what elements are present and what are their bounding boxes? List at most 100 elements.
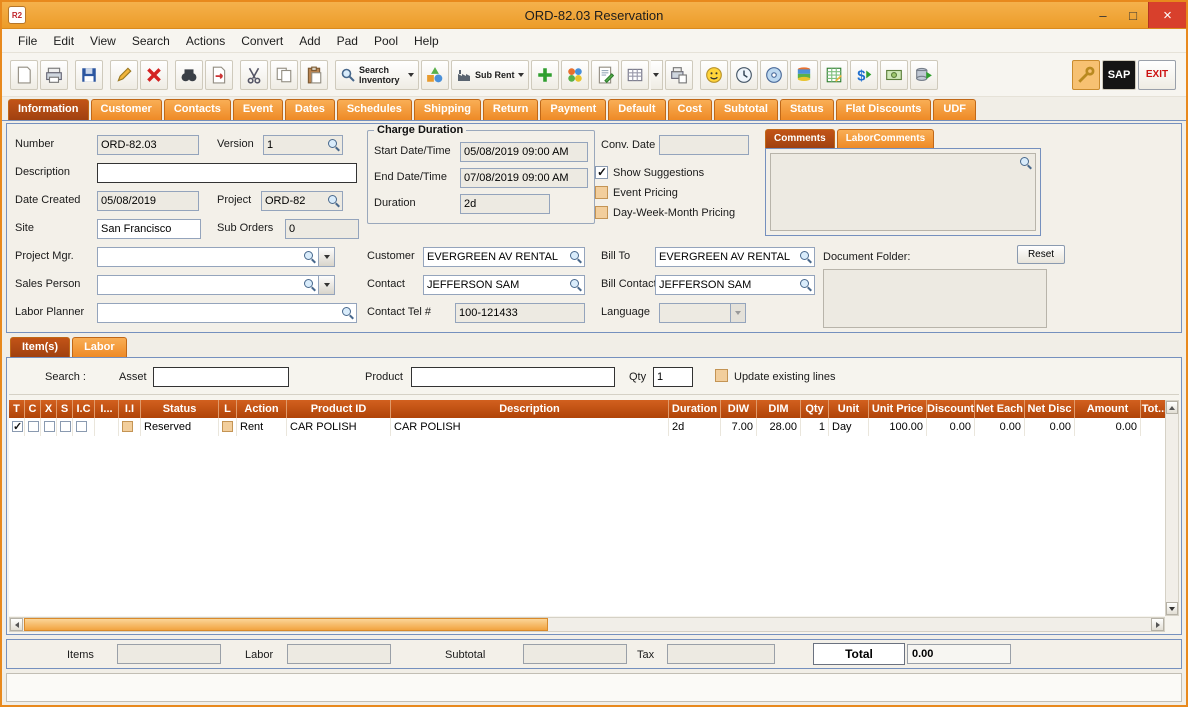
grid-dropdown-button[interactable]: [650, 59, 663, 90]
cell-s[interactable]: [57, 418, 73, 436]
sap-button[interactable]: SAP: [1102, 59, 1136, 90]
project-mgr-search-icon[interactable]: [303, 250, 316, 263]
col-header-ic[interactable]: I.C: [73, 400, 95, 418]
description-field[interactable]: [97, 163, 357, 183]
cell-t[interactable]: [9, 418, 25, 436]
comments-search-icon[interactable]: [1019, 156, 1032, 169]
cell-unit-price[interactable]: 100.00: [869, 418, 927, 436]
project-field[interactable]: ORD-82: [261, 191, 343, 211]
col-header-description[interactable]: Description: [391, 400, 669, 418]
exit-button[interactable]: EXIT: [1138, 59, 1176, 90]
col-header-t[interactable]: T: [9, 400, 25, 418]
scroll-left-button[interactable]: [10, 618, 23, 631]
tab-udf[interactable]: UDF: [933, 99, 976, 120]
scroll-up-button[interactable]: [1166, 401, 1178, 414]
cell-amount[interactable]: 0.00: [1075, 418, 1141, 436]
tools-button[interactable]: [1072, 59, 1100, 90]
row-selected-checkbox[interactable]: [12, 418, 23, 436]
tab-dates[interactable]: Dates: [284, 99, 335, 120]
cell-net-each[interactable]: 0.00: [975, 418, 1025, 436]
cell-ii[interactable]: [119, 418, 141, 436]
cell-discount[interactable]: 0.00: [927, 418, 975, 436]
cell-l[interactable]: [219, 418, 237, 436]
date-created-field[interactable]: 05/08/2019: [97, 191, 199, 211]
close-button[interactable]: ×: [1148, 2, 1186, 28]
cell-unit[interactable]: Day: [829, 418, 869, 436]
menu-search[interactable]: Search: [124, 31, 178, 51]
cell-action[interactable]: Rent: [237, 418, 287, 436]
col-header-qty[interactable]: Qty: [801, 400, 829, 418]
history-button[interactable]: [729, 59, 758, 90]
menu-convert[interactable]: Convert: [233, 31, 291, 51]
tab-status[interactable]: Status: [779, 99, 834, 120]
currency-button[interactable]: $: [849, 59, 878, 90]
document-folder-box[interactable]: [823, 269, 1047, 328]
col-header-product-id[interactable]: Product ID: [287, 400, 391, 418]
database-button[interactable]: [789, 59, 818, 90]
find-button[interactable]: [175, 59, 203, 90]
language-field[interactable]: [659, 303, 731, 323]
col-header-amount[interactable]: Amount: [1075, 400, 1141, 418]
sheet-edit-button[interactable]: [819, 59, 848, 90]
end-datetime-field[interactable]: 07/08/2019 09:00 AM: [460, 168, 588, 188]
version-search-icon[interactable]: [327, 138, 340, 151]
cell-x[interactable]: [41, 418, 57, 436]
project-mgr-field[interactable]: [97, 247, 319, 267]
save-button[interactable]: [75, 59, 103, 90]
asset-input[interactable]: [153, 367, 289, 387]
menu-file[interactable]: File: [10, 31, 45, 51]
customer-field[interactable]: EVERGREEN AV RENTAL: [423, 247, 585, 267]
export-button[interactable]: [205, 59, 233, 90]
sales-person-field[interactable]: [97, 275, 319, 295]
col-header-action[interactable]: Action: [237, 400, 287, 418]
duration-field[interactable]: 2d: [460, 194, 550, 214]
labor-planner-search-icon[interactable]: [341, 306, 354, 319]
menu-add[interactable]: Add: [291, 31, 328, 51]
cut-button[interactable]: [240, 59, 268, 90]
vertical-scrollbar[interactable]: [1165, 400, 1179, 616]
col-header-unit-price[interactable]: Unit Price: [869, 400, 927, 418]
print-button[interactable]: [40, 59, 68, 90]
col-header-unit[interactable]: Unit: [829, 400, 869, 418]
sub-orders-field[interactable]: 0: [285, 219, 359, 239]
col-header-total[interactable]: Tot...: [1141, 400, 1165, 418]
minimize-button[interactable]: –: [1088, 2, 1118, 28]
contact-field[interactable]: JEFFERSON SAM: [423, 275, 585, 295]
cell-diw[interactable]: 7.00: [721, 418, 757, 436]
form-edit-button[interactable]: [590, 59, 619, 90]
bill-contact-search-icon[interactable]: [799, 278, 812, 291]
cell-qty[interactable]: 1: [801, 418, 829, 436]
sub-rent-button[interactable]: Sub Rent: [451, 59, 529, 90]
version-field[interactable]: 1: [263, 135, 343, 155]
tab-information[interactable]: Information: [8, 99, 89, 120]
row-s-checkbox[interactable]: [60, 421, 71, 432]
bill-to-field[interactable]: EVERGREEN AV RENTAL: [655, 247, 815, 267]
bill-contact-field[interactable]: JEFFERSON SAM: [655, 275, 815, 295]
bill-to-search-icon[interactable]: [799, 250, 812, 263]
maximize-button[interactable]: □: [1118, 2, 1148, 28]
tab-items[interactable]: Item(s): [10, 337, 71, 357]
contact-search-icon[interactable]: [569, 278, 582, 291]
scroll-right-button[interactable]: [1151, 618, 1164, 631]
menu-help[interactable]: Help: [406, 31, 447, 51]
web-button[interactable]: [759, 59, 788, 90]
paste-button[interactable]: [300, 59, 328, 90]
event-pricing-checkbox[interactable]: [595, 186, 608, 199]
cell-description[interactable]: CAR POLISH: [391, 418, 669, 436]
copy-button[interactable]: [270, 59, 298, 90]
reset-button[interactable]: Reset: [1017, 245, 1065, 264]
contact-tel-field[interactable]: 100-121433: [455, 303, 585, 323]
col-header-net-disc[interactable]: Net Disc: [1025, 400, 1075, 418]
cell-c[interactable]: [25, 418, 41, 436]
cell-dim[interactable]: 28.00: [757, 418, 801, 436]
update-existing-lines-checkbox[interactable]: [715, 369, 728, 382]
add-button[interactable]: [530, 59, 559, 90]
horizontal-scrollbar[interactable]: [9, 617, 1165, 632]
tab-labor-comments[interactable]: LaborComments: [836, 129, 935, 148]
row-c-checkbox[interactable]: [28, 421, 39, 432]
menu-pool[interactable]: Pool: [366, 31, 406, 51]
row-x-checkbox[interactable]: [44, 421, 55, 432]
col-header-x[interactable]: X: [41, 400, 57, 418]
tab-customer[interactable]: Customer: [90, 99, 162, 120]
tab-contacts[interactable]: Contacts: [163, 99, 231, 120]
